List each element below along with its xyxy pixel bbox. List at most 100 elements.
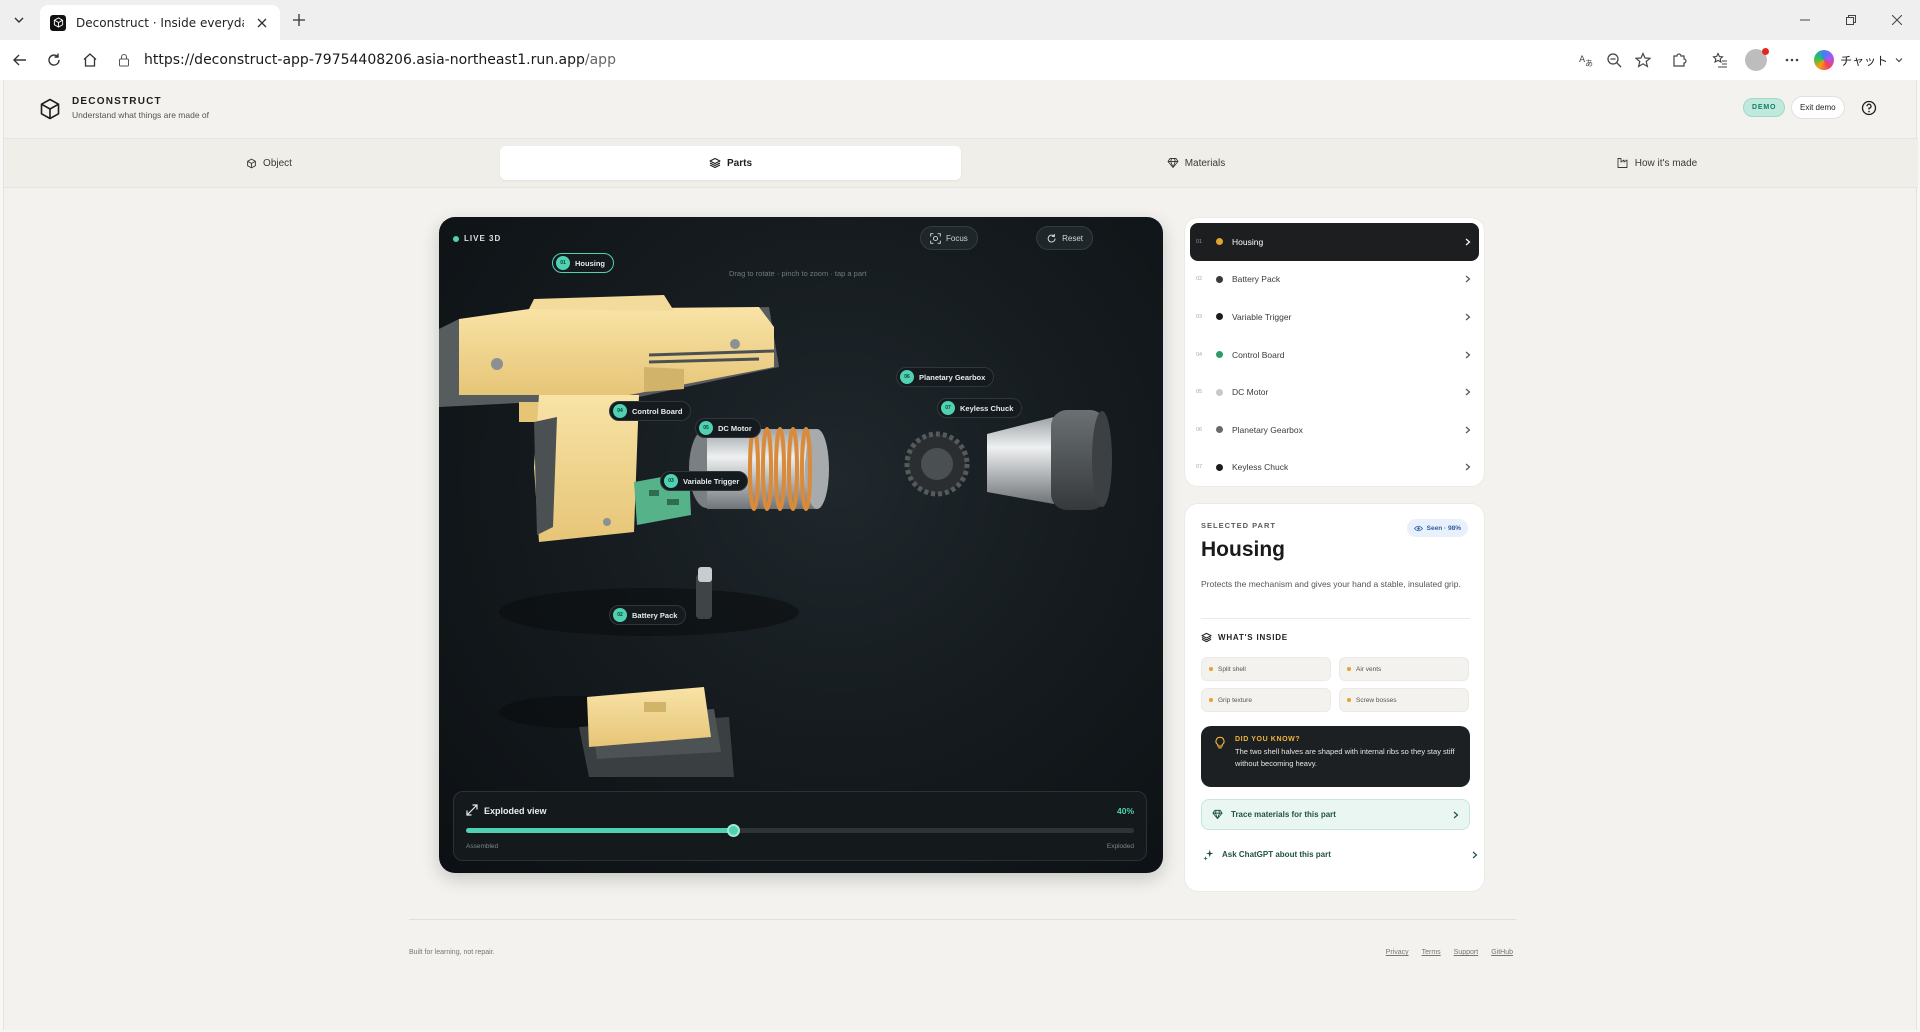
new-tab-plus-icon[interactable] [288,9,310,31]
part-row-variable-trigger[interactable]: 03 Variable Trigger [1190,298,1479,336]
part-color-dot [1216,426,1223,434]
dc-motor-part[interactable] [689,427,829,511]
part-row-battery-pack[interactable]: 02 Battery Pack [1190,261,1479,299]
back-arrow-icon[interactable] [8,48,32,72]
chevron-right-icon [1453,811,1459,818]
close-window-icon[interactable] [1874,0,1920,40]
planetary-gearbox-part[interactable] [904,431,970,497]
tab-list-chevron-icon[interactable] [8,9,30,31]
tab-materials[interactable]: Materials [961,146,1431,180]
label-keyless-chuck[interactable]: 07 Keyless Chuck [937,398,1023,418]
inside-item-chip: Air vents [1339,657,1469,681]
factory-icon [1617,158,1628,168]
copilot-label: チャット [1840,53,1888,68]
part-row-control-board[interactable]: 04 Control Board [1190,336,1479,374]
footer-link-privacy[interactable]: Privacy [1386,949,1409,956]
tab-how-its-made[interactable]: How it's made [1422,146,1892,180]
3d-viewer[interactable]: LIVE 3D Drag to rotate · pinch to zoom ·… [439,217,1163,873]
seen-label: Seen · 98% [1426,524,1461,532]
part-row-housing[interactable]: 01 Housing [1190,223,1479,261]
ask-chatgpt-button[interactable]: Ask ChatGPT about this part [1201,839,1480,870]
site-info-icon[interactable] [114,50,134,70]
battery-pack-part[interactable] [579,687,734,777]
did-you-know-callout: DID YOU KNOW? The two shell halves are s… [1201,726,1470,787]
part-color-dot [1216,238,1223,246]
slider-thumb[interactable] [727,824,741,837]
label-text: Variable Trigger [683,476,740,486]
app-favicon-icon [50,14,66,31]
help-icon[interactable] [1858,97,1880,119]
part-row-keyless-chuck[interactable]: 07 Keyless Chuck [1190,449,1479,487]
label-control-board[interactable]: 04 Control Board [609,401,692,421]
exit-demo-button[interactable]: Exit demo [1791,96,1845,119]
part-row-planetary-gearbox[interactable]: 06 Planetary Gearbox [1190,411,1479,449]
inside-item-chip: Split shell [1201,657,1331,681]
label-variable-trigger[interactable]: 03 Variable Trigger [660,471,749,491]
reset-button[interactable]: Reset [1036,226,1093,250]
extensions-puzzle-icon[interactable] [1667,48,1691,72]
part-row-dc-motor[interactable]: 05 DC Motor [1190,373,1479,411]
tab-object[interactable]: Object [34,146,504,180]
brand-tagline: Understand what things are made of [72,110,210,120]
trace-materials-button[interactable]: Trace materials for this part [1201,799,1470,830]
restore-icon[interactable] [1828,0,1874,40]
gem-icon [1167,158,1179,168]
label-number: 04 [613,404,627,418]
refresh-icon[interactable] [42,48,66,72]
brand-name: DECONSTRUCT [72,96,162,107]
favorites-bar-icon[interactable] [1708,48,1732,72]
part-number: 07 [1196,464,1203,471]
keyless-chuck-part[interactable] [987,410,1112,510]
interaction-hint: Drag to rotate · pinch to zoom · tap a p… [729,269,867,278]
cube-icon [247,158,256,168]
selected-part-description: Protects the mechanism and gives your ha… [1201,579,1461,589]
minimize-icon[interactable] [1782,0,1828,40]
chip-label: Split shell [1218,665,1246,673]
url-text: https://deconstruct-app-79754408206.asia… [144,52,616,68]
label-housing[interactable]: 01 Housing [552,253,614,273]
part-label: Keyless Chuck [1232,462,1289,473]
footer-link-terms[interactable]: Terms [1422,949,1441,956]
chip-dot [1209,667,1213,671]
trace-materials-label: Trace materials for this part [1231,810,1336,819]
did-you-know-text: The two shell halves are shaped with int… [1235,747,1455,768]
close-tab-icon[interactable] [254,15,270,31]
tab-parts-label: Parts [726,157,752,169]
layers-icon [1201,632,1212,643]
part-label: Control Board [1232,349,1285,360]
translate-icon[interactable]: Aあ [1574,48,1598,72]
copilot-button[interactable]: チャット [1814,48,1904,72]
slider-min-label: Assembled [466,843,499,850]
drill-3d-scene[interactable] [439,217,1163,777]
seen-confidence-badge: Seen · 98% [1406,519,1468,537]
part-number: 05 [1196,389,1203,396]
more-menu-icon[interactable] [1780,48,1804,72]
tab-materials-label: Materials [1184,157,1226,169]
label-planetary-gearbox[interactable]: 06 Planetary Gearbox [896,367,995,387]
chevron-right-icon [1463,350,1473,360]
tab-parts[interactable]: Parts [500,146,961,180]
zoom-icon[interactable] [1602,48,1626,72]
focus-button[interactable]: Focus [920,226,978,250]
label-text: Housing [575,258,605,268]
exploded-view-value: 40% [1116,806,1134,816]
favorite-star-icon[interactable] [1631,48,1655,72]
parts-list: 01 Housing 02 Battery Pack 03 Variable T… [1184,217,1485,487]
chevron-down-icon [1895,58,1903,63]
slider-fill [466,828,734,833]
home-icon[interactable] [78,48,102,72]
browser-tab[interactable]: Deconstruct · Inside everyday things [40,5,280,40]
exploded-view-slider[interactable] [466,824,1134,837]
chevron-right-icon [1463,462,1473,472]
chevron-right-icon [1463,237,1473,247]
label-dc-motor[interactable]: 05 DC Motor [695,418,761,438]
part-label: Battery Pack [1232,274,1281,285]
label-number: 03 [664,474,678,488]
footer-link-github[interactable]: GitHub [1491,949,1513,956]
footer-link-support[interactable]: Support [1454,949,1479,956]
footer-divider [409,919,1516,920]
whats-inside-heading: WHAT'S INSIDE [1201,632,1288,643]
address-bar[interactable]: https://deconstruct-app-79754408206.asia… [114,45,1634,75]
label-battery-pack[interactable]: 02 Battery Pack [609,605,687,625]
variable-trigger-part[interactable] [696,567,712,619]
